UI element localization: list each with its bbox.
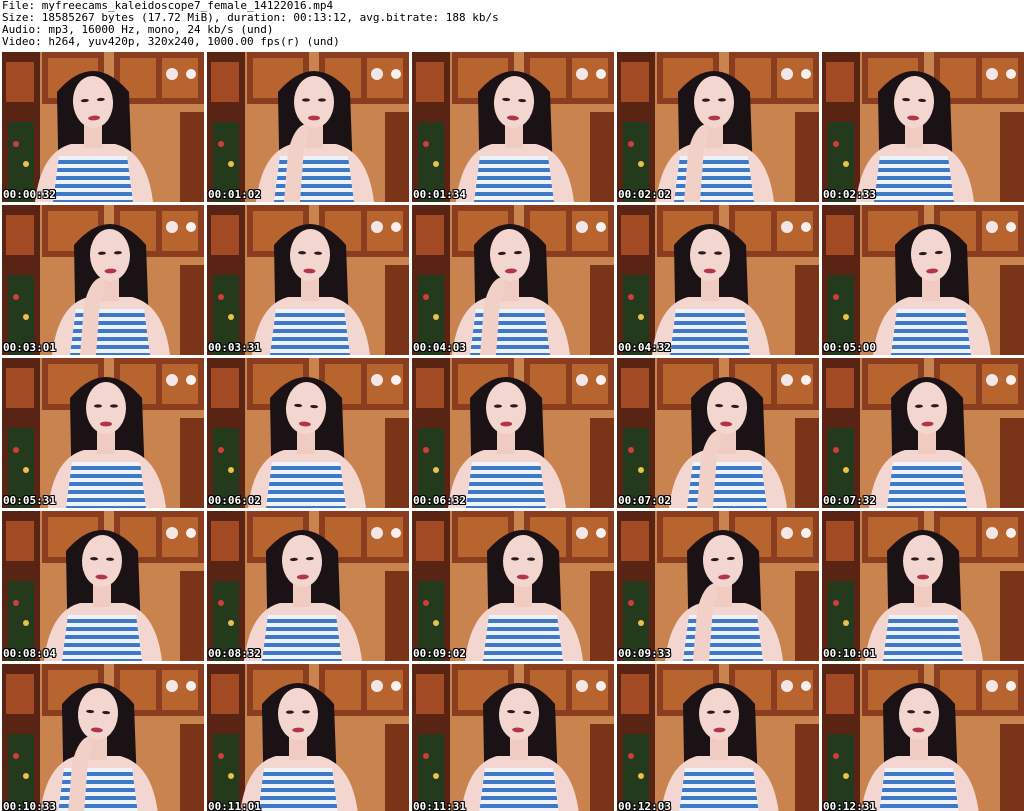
frame-thumbnail: 00:02:33 [822, 52, 1024, 202]
video-frame-thumbnail-icon [207, 52, 409, 202]
frame-timestamp: 00:11:01 [208, 800, 261, 811]
frame-timestamp: 00:01:34 [413, 188, 466, 201]
frame-timestamp: 00:00:32 [3, 188, 56, 201]
frame-thumbnail: 00:08:32 [207, 511, 409, 661]
frame-timestamp: 00:06:32 [413, 494, 466, 507]
frame-timestamp: 00:02:33 [823, 188, 876, 201]
frame-thumbnail: 00:11:01 [207, 664, 409, 811]
video-frame-thumbnail-icon [822, 205, 1024, 355]
frame-timestamp: 00:09:02 [413, 647, 466, 660]
video-frame-thumbnail-icon [412, 358, 614, 508]
frame-thumbnail: 00:05:31 [2, 358, 204, 508]
video-frame-thumbnail-icon [617, 511, 819, 661]
file-info-header: File: myfreecams_kaleidoscope7_female_14… [2, 0, 1020, 50]
frame-thumbnail: 00:09:33 [617, 511, 819, 661]
frame-timestamp: 00:05:31 [3, 494, 56, 507]
frame-thumbnail: 00:12:31 [822, 664, 1024, 811]
video-frame-thumbnail-icon [207, 358, 409, 508]
video-frame-thumbnail-icon [412, 52, 614, 202]
frame-thumbnail: 00:11:31 [412, 664, 614, 811]
video-frame-thumbnail-icon [822, 52, 1024, 202]
frame-thumbnail: 00:08:04 [2, 511, 204, 661]
frame-thumbnail: 00:01:02 [207, 52, 409, 202]
frame-timestamp: 00:10:33 [3, 800, 56, 811]
video-frame-thumbnail-icon [822, 358, 1024, 508]
frame-timestamp: 00:06:02 [208, 494, 261, 507]
video-frame-thumbnail-icon [822, 511, 1024, 661]
frame-thumbnail: 00:03:31 [207, 205, 409, 355]
video-frame-thumbnail-icon [617, 358, 819, 508]
frame-timestamp: 00:10:01 [823, 647, 876, 660]
frame-thumbnail: 00:05:00 [822, 205, 1024, 355]
frame-thumbnail: 00:01:34 [412, 52, 614, 202]
frame-thumbnail: 00:10:33 [2, 664, 204, 811]
frame-thumbnail: 00:06:02 [207, 358, 409, 508]
video-frame-thumbnail-icon [2, 358, 204, 508]
frame-timestamp: 00:12:31 [823, 800, 876, 811]
frame-timestamp: 00:02:02 [618, 188, 671, 201]
video-info-line: Video: h264, yuv420p, 320x240, 1000.00 f… [2, 35, 340, 48]
frame-thumbnail: 00:09:02 [412, 511, 614, 661]
frame-thumbnail: 00:07:02 [617, 358, 819, 508]
frame-timestamp: 00:08:32 [208, 647, 261, 660]
video-frame-thumbnail-icon [412, 205, 614, 355]
frame-timestamp: 00:12:03 [618, 800, 671, 811]
video-frame-thumbnail-icon [412, 511, 614, 661]
frame-thumbnail: 00:04:32 [617, 205, 819, 355]
video-frame-thumbnail-icon [207, 664, 409, 811]
contact-sheet: File: myfreecams_kaleidoscope7_female_14… [0, 0, 1024, 811]
video-frame-thumbnail-icon [207, 511, 409, 661]
video-frame-thumbnail-icon [617, 52, 819, 202]
frame-timestamp: 00:03:01 [3, 341, 56, 354]
frame-thumbnail: 00:06:32 [412, 358, 614, 508]
video-frame-thumbnail-icon [207, 205, 409, 355]
video-frame-thumbnail-icon [2, 205, 204, 355]
frame-thumbnail: 00:02:02 [617, 52, 819, 202]
video-frame-thumbnail-icon [2, 511, 204, 661]
frame-thumbnail: 00:12:03 [617, 664, 819, 811]
frame-timestamp: 00:01:02 [208, 188, 261, 201]
frame-timestamp: 00:04:03 [413, 341, 466, 354]
frame-thumbnail: 00:04:03 [412, 205, 614, 355]
frame-timestamp: 00:11:31 [413, 800, 466, 811]
frame-thumbnail: 00:10:01 [822, 511, 1024, 661]
frame-timestamp: 00:09:33 [618, 647, 671, 660]
frame-timestamp: 00:08:04 [3, 647, 56, 660]
frame-thumbnail: 00:03:01 [2, 205, 204, 355]
thumbnail-grid: 00:00:32 00:01:02 00:01:34 00:02:02 00:02:33… [0, 50, 1024, 811]
video-frame-thumbnail-icon [412, 664, 614, 811]
frame-timestamp: 00:07:02 [618, 494, 671, 507]
frame-timestamp: 00:04:32 [618, 341, 671, 354]
video-frame-thumbnail-icon [617, 205, 819, 355]
video-frame-thumbnail-icon [2, 664, 204, 811]
frame-thumbnail: 00:00:32 [2, 52, 204, 202]
frame-timestamp: 00:05:00 [823, 341, 876, 354]
frame-timestamp: 00:03:31 [208, 341, 261, 354]
frame-timestamp: 00:07:32 [823, 494, 876, 507]
frame-thumbnail: 00:07:32 [822, 358, 1024, 508]
video-frame-thumbnail-icon [617, 664, 819, 811]
video-frame-thumbnail-icon [822, 664, 1024, 811]
video-frame-thumbnail-icon [2, 52, 204, 202]
